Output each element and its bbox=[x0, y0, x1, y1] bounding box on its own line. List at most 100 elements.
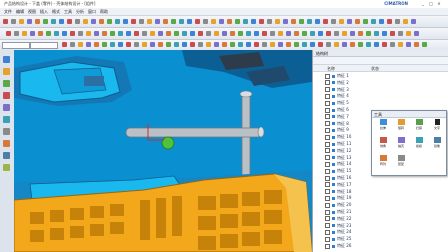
toolbar-tool-icon[interactable] bbox=[278, 31, 283, 36]
toolbar-tool-icon[interactable] bbox=[43, 19, 48, 24]
toolbar-tool-icon[interactable] bbox=[286, 31, 291, 36]
toolbar-tool-icon[interactable] bbox=[398, 42, 403, 47]
menu-help[interactable]: 帮助 bbox=[100, 9, 108, 15]
toolbar-tool-icon[interactable] bbox=[75, 19, 80, 24]
toolbar-tool-icon[interactable] bbox=[30, 31, 35, 36]
menu-tools[interactable]: 工具 bbox=[64, 9, 72, 15]
toolbar-tool-icon[interactable] bbox=[110, 31, 115, 36]
toolbar-tool-icon[interactable] bbox=[382, 31, 387, 36]
measure-icon[interactable] bbox=[3, 128, 10, 135]
toolbar-tool-icon[interactable] bbox=[222, 31, 227, 36]
toolbar-tool-icon[interactable] bbox=[267, 19, 272, 24]
visibility-checkbox[interactable] bbox=[325, 243, 330, 249]
sweep-button[interactable]: 扫掠 bbox=[411, 119, 427, 133]
toolbar-tool-icon[interactable] bbox=[174, 31, 179, 36]
toolbar-tool-icon[interactable] bbox=[91, 19, 96, 24]
maximize-button[interactable]: □ bbox=[428, 1, 434, 6]
toolbar-tool-icon[interactable] bbox=[70, 31, 75, 36]
toolbar-tool-icon[interactable] bbox=[334, 31, 339, 36]
toolbar-tool-icon[interactable] bbox=[299, 19, 304, 24]
toolbar-tool-icon[interactable] bbox=[59, 19, 64, 24]
chamfer-button[interactable]: 倒角 bbox=[375, 137, 391, 151]
toolbar-tool-icon[interactable] bbox=[318, 31, 323, 36]
toolbar-tool-icon[interactable] bbox=[131, 19, 136, 24]
toolbar-tool-icon[interactable] bbox=[6, 31, 11, 36]
toolbar-tool-icon[interactable] bbox=[102, 42, 107, 47]
toolbar-tool-icon[interactable] bbox=[326, 42, 331, 47]
toolbar-tool-icon[interactable] bbox=[366, 31, 371, 36]
visibility-checkbox[interactable] bbox=[325, 80, 330, 86]
toolbar-tool-icon[interactable] bbox=[382, 42, 387, 47]
shell-button[interactable]: 抽壳 bbox=[393, 137, 409, 151]
toolbar-tool-icon[interactable] bbox=[182, 42, 187, 47]
toolbar-tool-icon[interactable] bbox=[350, 42, 355, 47]
extrude-icon[interactable] bbox=[3, 80, 10, 87]
toolbar-tool-icon[interactable] bbox=[342, 42, 347, 47]
menu-insert[interactable]: 插入 bbox=[40, 9, 48, 15]
toolbar-tool-icon[interactable] bbox=[270, 31, 275, 36]
toolbar-tool-icon[interactable] bbox=[142, 42, 147, 47]
toolbar-tool-icon[interactable] bbox=[214, 42, 219, 47]
toolbar-tool-icon[interactable] bbox=[11, 19, 16, 24]
toolbar-tool-icon[interactable] bbox=[14, 31, 19, 36]
visibility-checkbox[interactable] bbox=[325, 134, 330, 140]
visibility-checkbox[interactable] bbox=[325, 127, 330, 133]
toolbar-tool-icon[interactable] bbox=[62, 42, 67, 47]
revolve-button[interactable]: 旋转 bbox=[393, 119, 409, 133]
toolbar-tool-icon[interactable] bbox=[46, 31, 51, 36]
toolbar-tool-icon[interactable] bbox=[230, 42, 235, 47]
tree-row[interactable]: 特征 4 bbox=[325, 93, 395, 99]
toolbar-tool-icon[interactable] bbox=[19, 19, 24, 24]
pattern-icon[interactable] bbox=[3, 140, 10, 147]
toolbar-tool-icon[interactable] bbox=[238, 31, 243, 36]
toolbar-tool-icon[interactable] bbox=[422, 42, 427, 47]
minimize-button[interactable]: _ bbox=[420, 1, 426, 6]
toolbar-tool-icon[interactable] bbox=[403, 19, 408, 24]
menu-window[interactable]: 窗口 bbox=[88, 9, 96, 15]
toolbar-tool-icon[interactable] bbox=[126, 42, 131, 47]
toolbar-tool-icon[interactable] bbox=[107, 19, 112, 24]
toolbar-tool-icon[interactable] bbox=[339, 19, 344, 24]
toolbar-tool-icon[interactable] bbox=[326, 31, 331, 36]
visibility-checkbox[interactable] bbox=[325, 73, 330, 79]
visibility-checkbox[interactable] bbox=[325, 87, 330, 93]
toolbar-tool-icon[interactable] bbox=[363, 19, 368, 24]
toolbar-tool-icon[interactable] bbox=[283, 19, 288, 24]
toolbar-tool-icon[interactable] bbox=[246, 31, 251, 36]
visibility-checkbox[interactable] bbox=[325, 195, 330, 201]
menu-format[interactable]: 格式 bbox=[52, 9, 60, 15]
toolbar-tool-icon[interactable] bbox=[203, 19, 208, 24]
mirror-icon[interactable] bbox=[3, 152, 10, 159]
toolbar-tool-icon[interactable] bbox=[115, 19, 120, 24]
toolbar-tool-icon[interactable] bbox=[147, 19, 152, 24]
layer-select[interactable] bbox=[2, 42, 30, 49]
tree-row[interactable]: 特征 1 bbox=[325, 73, 395, 79]
toolbar-tool-icon[interactable] bbox=[86, 31, 91, 36]
visibility-checkbox[interactable] bbox=[325, 100, 330, 106]
toolbar-tool-icon[interactable] bbox=[358, 42, 363, 47]
toolbar-tool-icon[interactable] bbox=[398, 31, 403, 36]
toolbar-tool-icon[interactable] bbox=[238, 42, 243, 47]
toolbar-tool-icon[interactable] bbox=[270, 42, 275, 47]
toolbar-tool-icon[interactable] bbox=[315, 19, 320, 24]
toolbar-tool-icon[interactable] bbox=[86, 42, 91, 47]
tree-row[interactable]: 特征 21 bbox=[325, 209, 395, 215]
toolbar-tool-icon[interactable] bbox=[139, 19, 144, 24]
toolbar-tool-icon[interactable] bbox=[126, 31, 131, 36]
toolbar-tool-icon[interactable] bbox=[94, 42, 99, 47]
select-icon[interactable] bbox=[3, 56, 10, 63]
toolbar-tool-icon[interactable] bbox=[190, 42, 195, 47]
toolbar-tool-icon[interactable] bbox=[27, 19, 32, 24]
toolbar-tool-icon[interactable] bbox=[118, 31, 123, 36]
toolbar-tool-icon[interactable] bbox=[166, 31, 171, 36]
toolbar-tool-icon[interactable] bbox=[278, 42, 283, 47]
toolbar-tool-icon[interactable] bbox=[230, 31, 235, 36]
sketch-icon[interactable] bbox=[3, 68, 10, 75]
visibility-checkbox[interactable] bbox=[325, 223, 330, 229]
extrude-button[interactable]: 拉伸 bbox=[375, 119, 391, 133]
toolbar-tool-icon[interactable] bbox=[190, 31, 195, 36]
visibility-checkbox[interactable] bbox=[325, 161, 330, 167]
toolbar-tool-icon[interactable] bbox=[310, 31, 315, 36]
tree-row[interactable]: 特征 17 bbox=[325, 182, 395, 188]
toolbar-tool-icon[interactable] bbox=[371, 19, 376, 24]
